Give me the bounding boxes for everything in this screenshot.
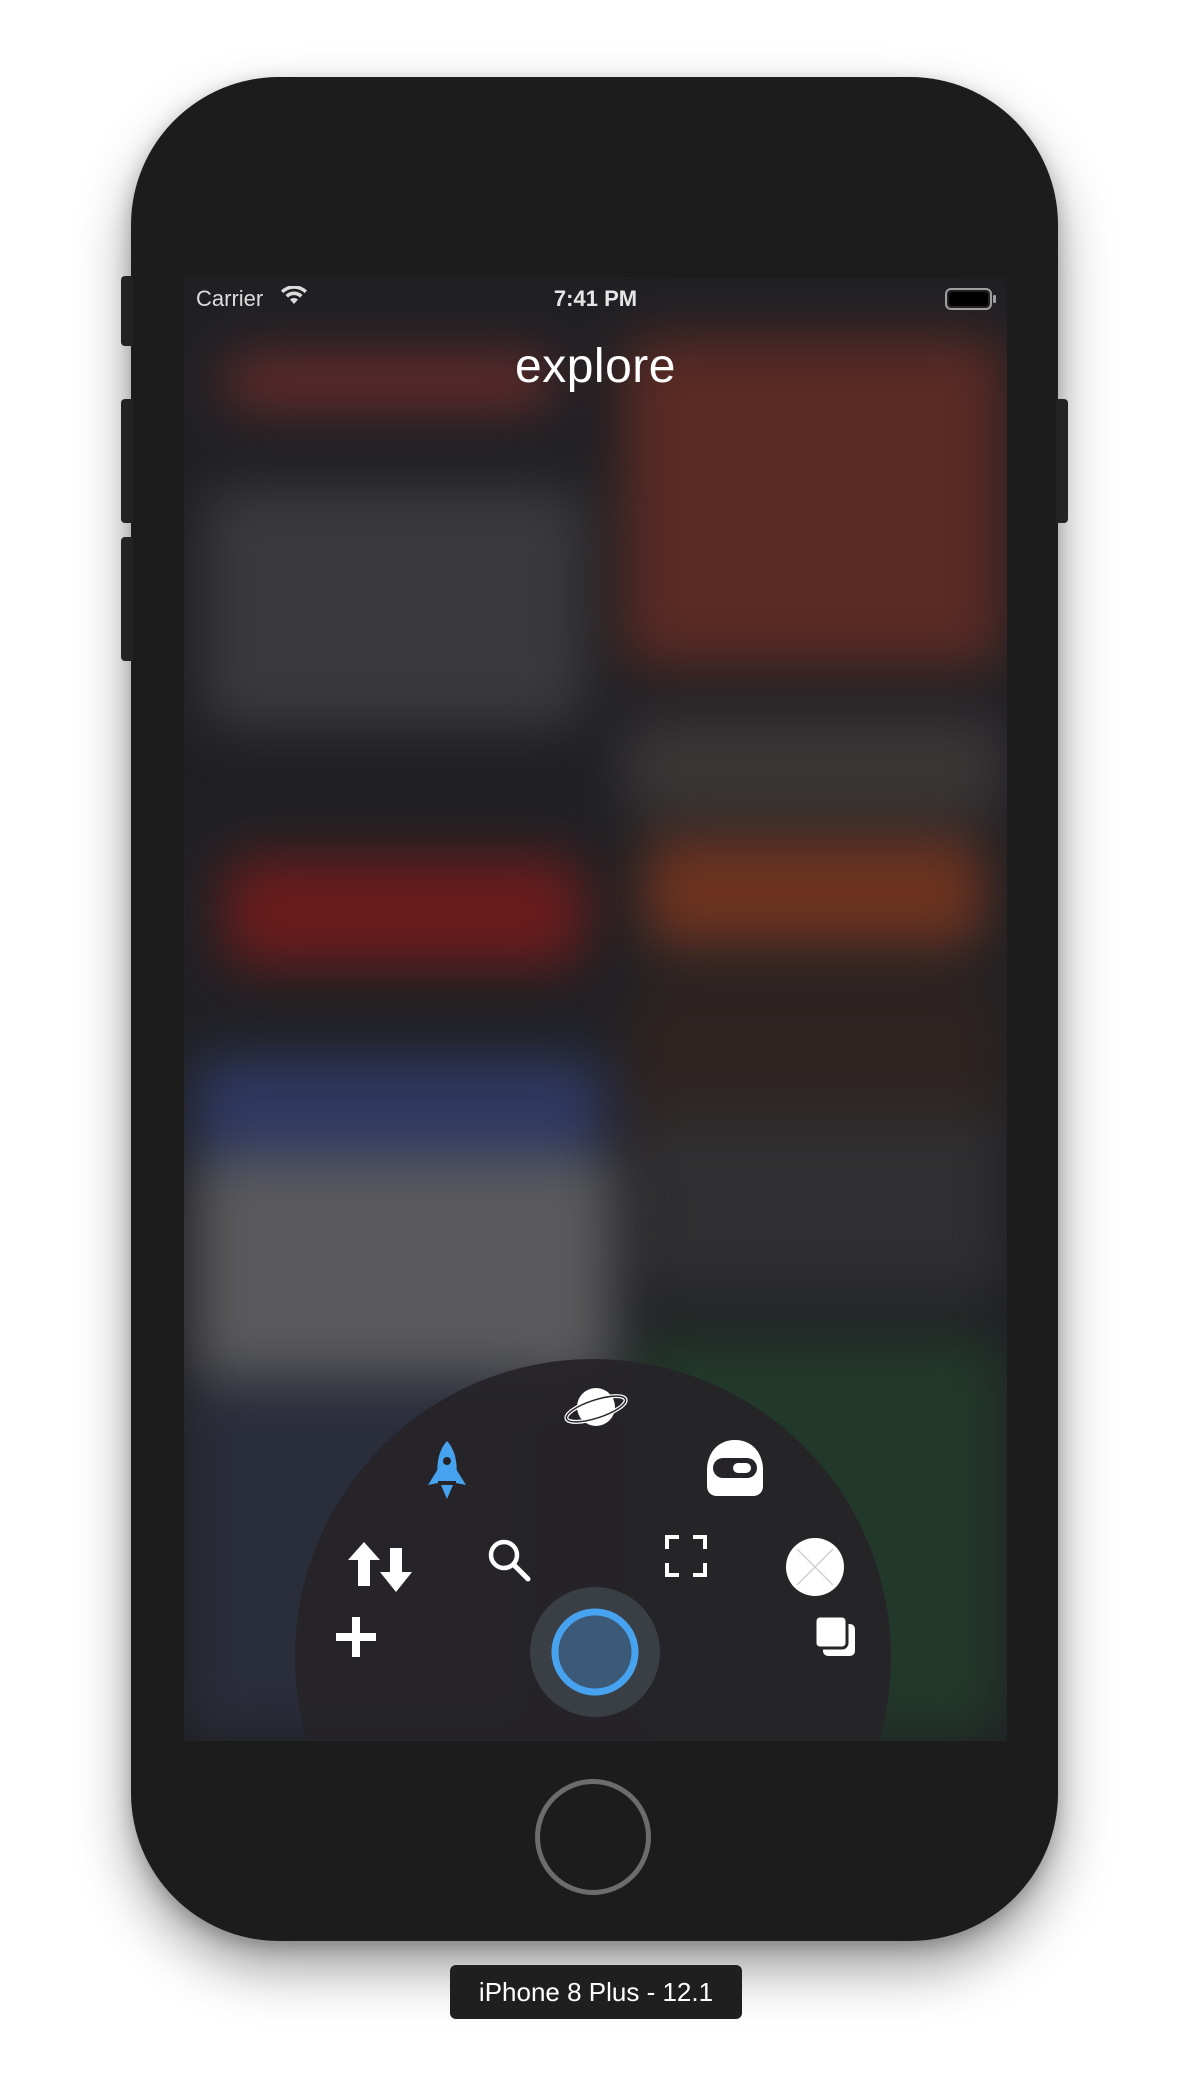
ring-button-icon [551,1608,639,1696]
app-screen: Carrier 7:41 PM explore [184,277,1007,1741]
status-bar: Carrier 7:41 PM [184,277,1007,321]
mute-switch [121,276,133,346]
rocket-icon[interactable] [422,1437,472,1507]
power-button [1056,399,1068,523]
device-label: iPhone 8 Plus - 12.1 [450,1965,742,2019]
page-title: explore [515,340,676,393]
close-circle-icon[interactable] [784,1536,846,1598]
volume-down-button [121,537,133,661]
home-button[interactable] [535,1779,651,1895]
search-icon[interactable] [484,1535,534,1585]
copy-layers-icon[interactable] [812,1613,858,1659]
sort-arrows-icon[interactable] [344,1539,414,1595]
plus-icon[interactable] [332,1613,380,1661]
status-time: 7:41 PM [553,286,638,311]
volume-up-button [121,399,133,523]
center-ring-button[interactable] [530,1587,660,1717]
helmet-icon[interactable] [702,1435,768,1501]
planet-icon[interactable] [561,1377,631,1437]
battery-icon [945,288,997,316]
expand-frame-icon[interactable] [664,1534,708,1578]
